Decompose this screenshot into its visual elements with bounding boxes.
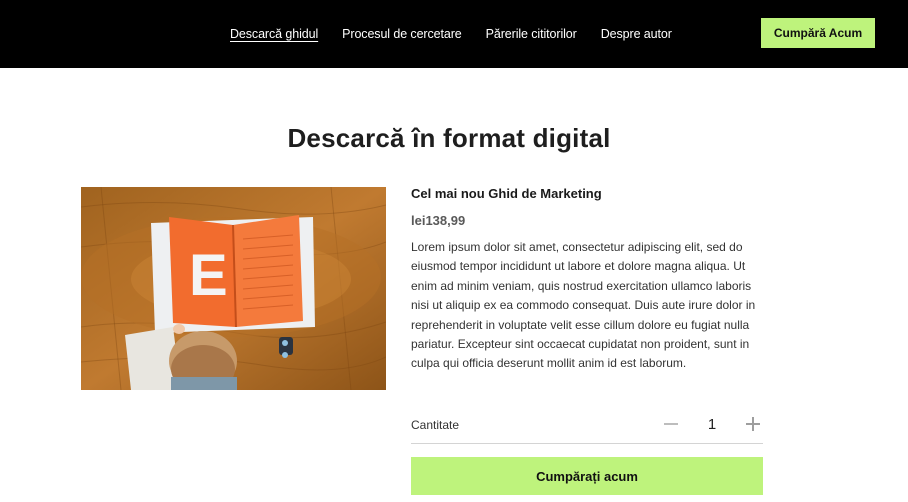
product-info: Cel mai nou Ghid de Marketing lei138,99 … <box>411 186 763 374</box>
nav-item-reader-reviews[interactable]: Părerile cititorilor <box>486 27 577 41</box>
buy-now-button[interactable]: Cumpărați acum <box>411 457 763 495</box>
quantity-label: Cantitate <box>411 417 460 432</box>
product-image: E <box>81 187 386 390</box>
book-cover-letter: E <box>189 243 228 308</box>
nav-item-research-process[interactable]: Procesul de cercetare <box>342 27 462 41</box>
product-price: lei138,99 <box>411 213 466 228</box>
main-nav: Descarcă ghidul Procesul de cercetare Pă… <box>230 0 696 68</box>
quantity-stepper[interactable]: 1 <box>661 414 763 434</box>
plus-icon[interactable] <box>743 414 763 434</box>
top-navigation-bar: Descarcă ghidul Procesul de cercetare Pă… <box>0 0 908 68</box>
product-name: Cel mai nou Ghid de Marketing <box>411 186 602 201</box>
page-title: Descarcă în format digital <box>287 123 611 153</box>
quantity-row: Cantitate 1 <box>411 412 763 444</box>
nav-item-download-guide[interactable]: Descarcă ghidul <box>230 27 318 41</box>
minus-icon[interactable] <box>661 414 681 434</box>
header-buy-now-button[interactable]: Cumpără Acum <box>761 18 875 48</box>
quantity-value[interactable]: 1 <box>681 416 743 433</box>
nav-item-about-author[interactable]: Despre autor <box>601 27 672 41</box>
product-description: Lorem ipsum dolor sit amet, consectetur … <box>411 240 756 371</box>
